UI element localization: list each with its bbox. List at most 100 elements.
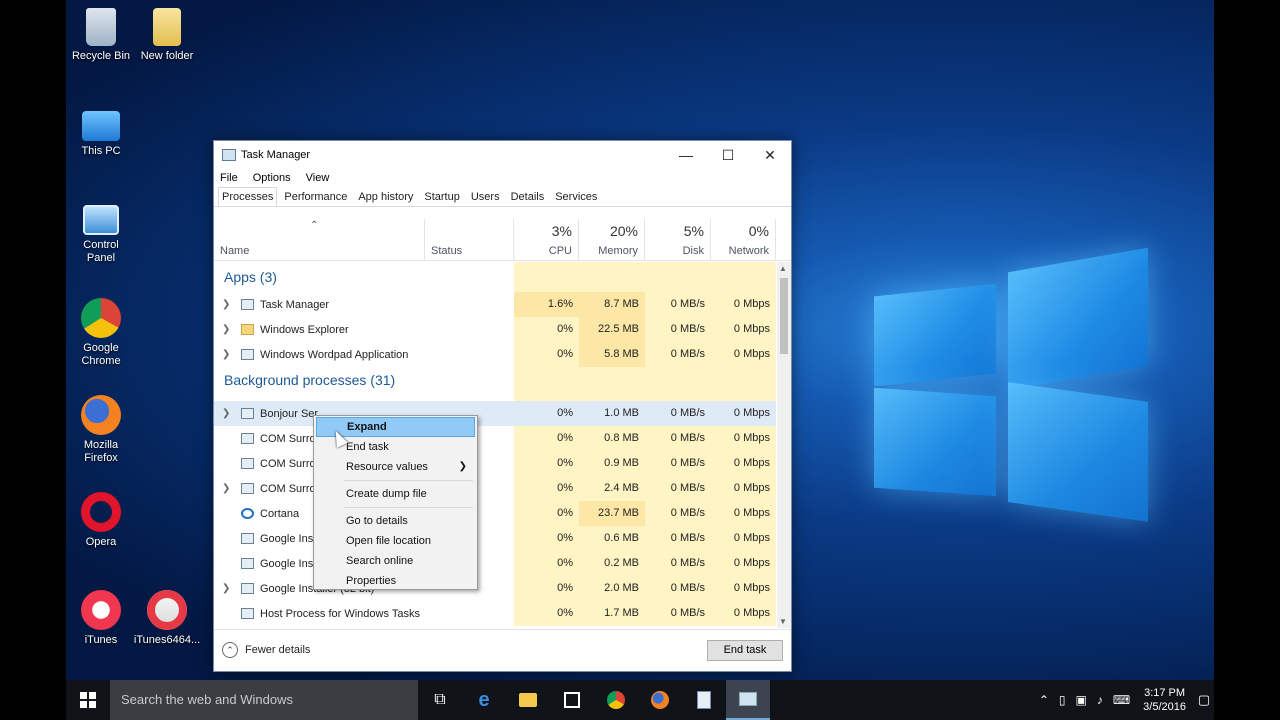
expand-chevron-icon[interactable]: ❯ [222,299,232,310]
menu-view[interactable]: View [306,169,330,187]
menu-item-search-online[interactable]: Search online [316,551,475,571]
process-row[interactable]: ❯ Google Installer (32 bit) 0% 2.0 MB 0 … [214,576,776,601]
file-explorer-icon[interactable] [506,680,550,720]
expand-chevron-icon[interactable]: ❯ [222,408,232,419]
tab-users[interactable]: Users [467,187,504,206]
chevron-up-icon[interactable]: ⌃ [1039,693,1049,707]
tablet-icon[interactable]: ▯ [1059,693,1066,707]
expand-chevron-icon[interactable]: ❯ [222,583,232,594]
desktop-icon-itunes-installer[interactable]: iTunes6464... [132,590,202,647]
desktop-icon-control-panel[interactable]: Control Panel [66,205,136,265]
process-row[interactable]: ❯ Windows Wordpad Application 0% 5.8 MB … [214,342,776,367]
installer-icon [241,533,254,544]
minimize-button[interactable]: — [665,141,707,169]
desktop-icon-this-pc[interactable]: This PC [66,105,136,158]
desktop-icon-new-folder[interactable]: New folder [132,8,202,63]
menu-item-create-dump-file[interactable]: Create dump file [316,484,475,504]
task-view-icon[interactable]: ⧉ [418,680,462,720]
tab-startup[interactable]: Startup [420,187,463,206]
expand-chevron-icon[interactable]: ❯ [222,483,232,494]
title-bar[interactable]: Task Manager — ☐ ✕ [214,141,791,169]
sort-ascending-icon: ⌃ [310,220,319,231]
process-row[interactable]: COM Surro 0% 0.9 MB 0 MB/s 0 Mbps [214,451,776,476]
store-icon[interactable] [550,680,594,720]
windows-logo-wallpaper [866,247,1166,570]
chrome-taskbar-icon[interactable] [594,680,638,720]
process-list: Apps (3) ❯ Task Manager 1.6% 8.7 MB 0 MB… [214,262,776,628]
task-manager-window: Task Manager — ☐ ✕ File Options View Pro… [213,140,792,672]
desktop-icon-itunes[interactable]: iTunes [66,590,136,647]
column-name[interactable]: ⌃ Name [214,219,425,261]
task-manager-taskbar-icon[interactable] [726,680,770,720]
process-row[interactable]: Cortana 0% 23.7 MB 0 MB/s 0 Mbps [214,501,776,526]
process-icon [241,458,254,469]
scroll-up-icon[interactable]: ▲ [779,264,787,273]
cortana-icon [241,508,254,519]
tab-services[interactable]: Services [551,187,601,206]
column-disk[interactable]: 5% Disk [645,219,711,261]
edge-icon[interactable]: e [462,680,506,720]
menu-item-properties[interactable]: Properties [316,571,475,591]
process-row[interactable]: ❯ COM Surro 0% 2.4 MB 0 MB/s 0 Mbps [214,476,776,501]
process-row[interactable]: COM Surro 0% 0.8 MB 0 MB/s 0 Mbps [214,426,776,451]
folder-icon [241,324,254,335]
vertical-scrollbar[interactable]: ▲ ▼ [777,262,791,628]
menu-item-go-to-details[interactable]: Go to details [316,511,475,531]
process-row[interactable]: Google Inst 0% 0.6 MB 0 MB/s 0 Mbps [214,526,776,551]
end-task-button[interactable]: End task [707,640,783,661]
network-icon[interactable]: ▣ [1076,693,1087,707]
desktop-icon-chrome[interactable]: Google Chrome [66,298,136,368]
chrome-icon [81,298,121,338]
start-button[interactable] [66,680,110,720]
column-cpu[interactable]: 3% CPU [514,219,579,261]
scrollbar-thumb[interactable] [780,278,788,354]
tab-performance[interactable]: Performance [280,187,351,206]
column-network[interactable]: 0% Network [711,219,776,261]
tab-processes[interactable]: Processes [218,187,278,206]
column-header-row: ⌃ Name Status 3% CPU 20% Memory 5% Disk … [214,219,791,261]
system-tray: ⌃ ▯ ▣ ♪ ⌨ 3:17 PM 3/5/2016 ▢ [1034,680,1214,720]
fewer-details-toggle[interactable]: ⌃ Fewer details [222,642,310,658]
desktop-icon-firefox[interactable]: Mozilla Firefox [66,395,136,465]
control-panel-icon [83,205,119,235]
process-row[interactable]: Host Process for Windows Tasks 0% 1.7 MB… [214,601,776,626]
desktop-icon-recycle-bin[interactable]: Recycle Bin [66,8,136,63]
column-status[interactable]: Status [425,219,514,261]
volume-icon[interactable]: ♪ [1097,693,1103,707]
process-row[interactable]: Google Inst 0% 0.2 MB 0 MB/s 0 Mbps [214,551,776,576]
notification-icon[interactable]: ▢ [1194,680,1214,720]
expand-chevron-icon[interactable]: ❯ [222,324,232,335]
scroll-down-icon[interactable]: ▼ [779,617,787,626]
chevron-right-icon: ❯ [458,461,467,472]
tab-bar: Processes Performance App history Startu… [214,187,791,207]
computer-icon [82,111,120,141]
process-icon [241,483,254,494]
right-black-bar [1214,0,1280,720]
process-row[interactable]: ❯ Windows Explorer 0% 22.5 MB 0 MB/s 0 M… [214,317,776,342]
taskbar-search-box[interactable]: Search the web and Windows [110,680,418,720]
process-row[interactable]: ❯ Task Manager 1.6% 8.7 MB 0 MB/s 0 Mbps [214,292,776,317]
windows-start-icon [80,692,96,708]
menu-item-open-file-location[interactable]: Open file location [316,531,475,551]
menu-options[interactable]: Options [253,169,291,187]
process-row-selected[interactable]: ❯ Bonjour Ser 0% 1.0 MB 0 MB/s 0 Mbps [214,401,776,426]
desktop-icon-opera[interactable]: Opera [66,492,136,549]
menu-file[interactable]: File [220,169,238,187]
footer-bar: ⌃ Fewer details End task [214,629,791,671]
clock[interactable]: 3:17 PM 3/5/2016 [1143,686,1186,714]
group-header-apps: Apps (3) [214,262,776,292]
tab-app-history[interactable]: App history [354,187,417,206]
firefox-taskbar-icon[interactable] [638,680,682,720]
keyboard-icon[interactable]: ⌨ [1113,693,1130,707]
tab-details[interactable]: Details [507,187,549,206]
expand-chevron-icon[interactable]: ❯ [222,349,232,360]
menu-item-resource-values[interactable]: Resource values ❯ [316,457,475,477]
menu-separator [344,507,473,508]
maximize-button[interactable]: ☐ [707,141,749,169]
firefox-icon [81,395,121,435]
wordpad-taskbar-icon[interactable] [682,680,726,720]
group-header-background: Background processes (31) [214,367,776,401]
column-memory[interactable]: 20% Memory [579,219,645,261]
close-button[interactable]: ✕ [749,141,791,169]
left-black-bar [0,0,66,720]
